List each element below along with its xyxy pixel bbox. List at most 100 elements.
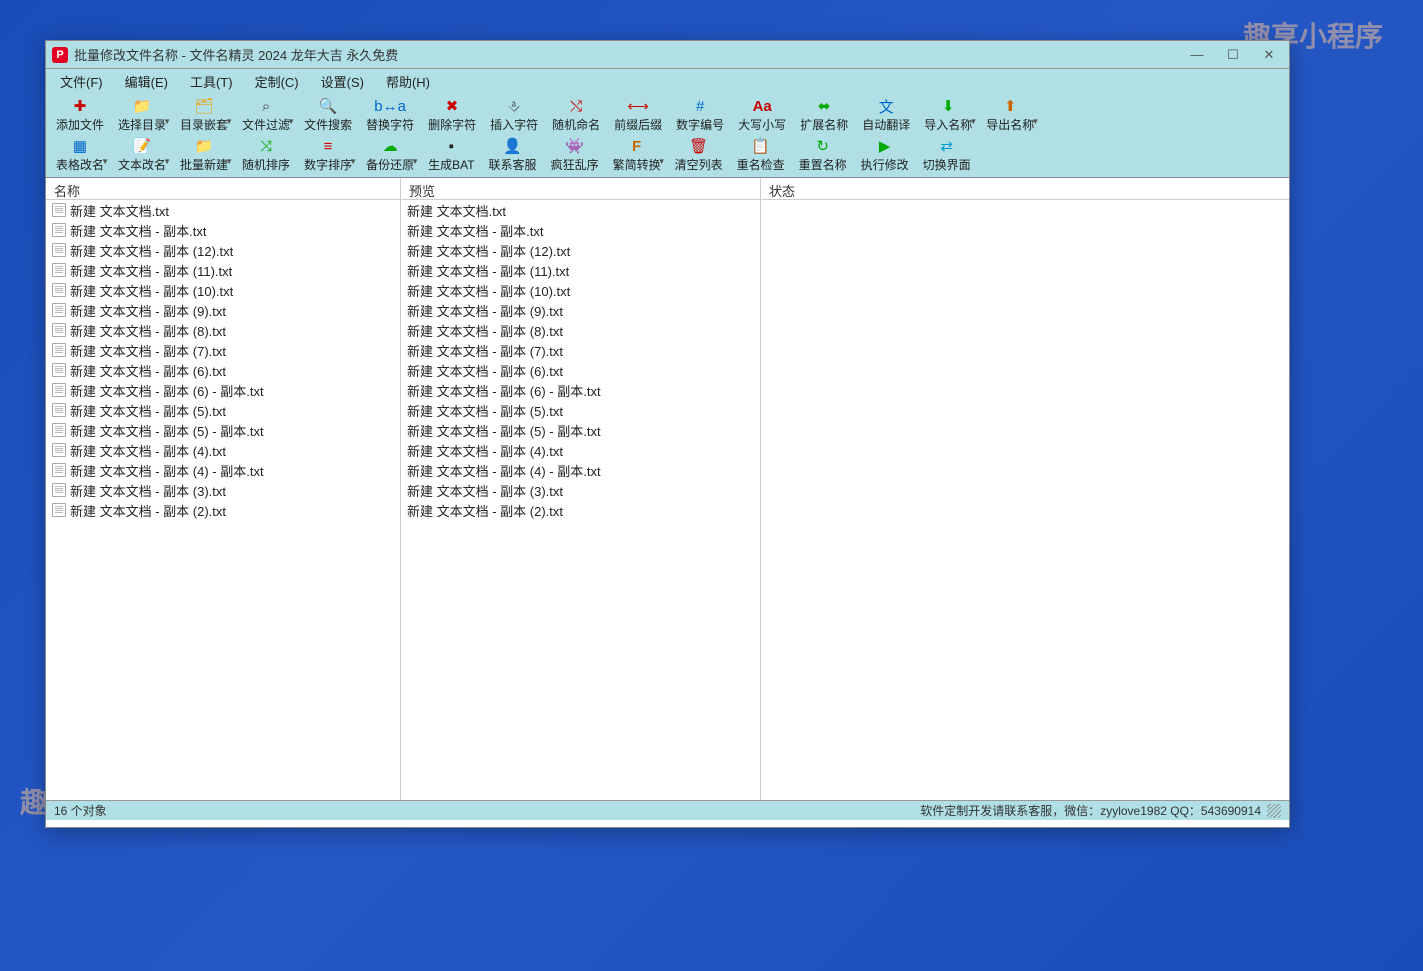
import-name-button[interactable]: ⬇导入名称▼ — [918, 95, 978, 135]
resize-grip[interactable] — [1267, 804, 1281, 818]
text-rename-button[interactable]: 📝文本改名▼ — [112, 135, 172, 175]
menu-tool[interactable]: 工具(T) — [180, 70, 243, 93]
reset-name-button[interactable]: ↻重置名称 — [793, 135, 853, 175]
prefix-suffix-button[interactable]: ⟷前缀后缀 — [608, 95, 668, 135]
file-row[interactable]: 新建 文本文档 - 副本 (3).txt — [46, 480, 400, 500]
file-row[interactable]: 新建 文本文档 - 副本 (5) - 副本.txt — [401, 420, 760, 440]
close-button[interactable]: ✕ — [1255, 45, 1283, 65]
random-sort-button[interactable]: ⤨随机排序 — [236, 135, 296, 175]
clear-list-button[interactable]: 🗑清空列表 — [669, 135, 729, 175]
number-seq-button[interactable]: #数字编号 — [670, 95, 730, 135]
chevron-down-icon: ▼ — [658, 157, 666, 166]
file-name: 新建 文本文档 - 副本 (5).txt — [70, 401, 226, 420]
import-icon: ⬇ — [939, 97, 957, 115]
auto-translate-button[interactable]: 文自动翻译 — [856, 95, 916, 135]
insert-char-button[interactable]: ⎀插入字符 — [484, 95, 544, 135]
backup-restore-button[interactable]: ☁备份还原▼ — [360, 135, 420, 175]
preview-column: 预览 新建 文本文档.txt新建 文本文档 - 副本.txt新建 文本文档 - … — [401, 178, 761, 800]
file-preview: 新建 文本文档 - 副本 (5) - 副本.txt — [407, 421, 601, 440]
execute-button[interactable]: ▶执行修改 — [855, 135, 915, 175]
file-row[interactable]: 新建 文本文档 - 副本 (6).txt — [46, 360, 400, 380]
add-file-button[interactable]: ✚添加文件 — [50, 95, 110, 135]
file-row[interactable]: 新建 文本文档 - 副本 (2).txt — [46, 500, 400, 520]
export-icon: ⬆ — [1001, 97, 1019, 115]
file-row[interactable]: 新建 文本文档 - 副本 (3).txt — [401, 480, 760, 500]
menu-edit[interactable]: 编辑(E) — [115, 70, 178, 93]
file-preview: 新建 文本文档 - 副本 (7).txt — [407, 341, 563, 360]
preview-header[interactable]: 预览 — [401, 178, 760, 200]
file-row[interactable]: 新建 文本文档 - 副本 (6) - 副本.txt — [46, 380, 400, 400]
minimize-button[interactable]: — — [1183, 45, 1211, 65]
file-row[interactable]: 新建 文本文档 - 副本 (10).txt — [46, 280, 400, 300]
menu-help[interactable]: 帮助(H) — [376, 70, 440, 93]
file-row[interactable]: 新建 文本文档 - 副本.txt — [46, 220, 400, 240]
menu-settings[interactable]: 设置(S) — [311, 70, 374, 93]
trad-simp-button[interactable]: F繁简转换▼ — [607, 135, 667, 175]
file-row[interactable]: 新建 文本文档.txt — [401, 200, 760, 220]
name-header[interactable]: 名称 — [46, 178, 400, 200]
file-name: 新建 文本文档.txt — [70, 201, 169, 220]
file-filter-button[interactable]: ⌕文件过滤▼ — [236, 95, 296, 135]
file-row[interactable]: 新建 文本文档 - 副本 (4).txt — [46, 440, 400, 460]
switch-ui-button[interactable]: ⇄切换界面 — [917, 135, 977, 175]
file-row[interactable]: 新建 文本文档 - 副本 (4) - 副本.txt — [401, 460, 760, 480]
file-icon — [52, 443, 66, 457]
dup-check-button[interactable]: 📋重名检查 — [731, 135, 791, 175]
file-row[interactable]: 新建 文本文档 - 副本 (7).txt — [46, 340, 400, 360]
file-row[interactable]: 新建 文本文档 - 副本 (6).txt — [401, 360, 760, 380]
file-row[interactable]: 新建 文本文档 - 副本 (5).txt — [401, 400, 760, 420]
number-sort-button[interactable]: ≡数字排序▼ — [298, 135, 358, 175]
file-search-button[interactable]: 🔍文件搜索 — [298, 95, 358, 135]
select-dir-button[interactable]: 📁选择目录▼ — [112, 95, 172, 135]
folder-plus-icon: 📁 — [195, 137, 213, 155]
file-name: 新建 文本文档 - 副本 (5) - 副本.txt — [70, 421, 264, 440]
table-rename-button[interactable]: ▦表格改名▼ — [50, 135, 110, 175]
file-preview: 新建 文本文档 - 副本 (4) - 副本.txt — [407, 461, 601, 480]
titlebar[interactable]: P 批量修改文件名称 - 文件名精灵 2024 龙年大吉 永久免费 — ☐ ✕ — [46, 41, 1289, 69]
switch-icon: ⇄ — [938, 137, 956, 155]
file-row[interactable]: 新建 文本文档 - 副本 (11).txt — [401, 260, 760, 280]
menu-file[interactable]: 文件(F) — [50, 70, 113, 93]
gen-bat-button[interactable]: ▪生成BAT — [422, 135, 480, 175]
reset-icon: ↻ — [814, 137, 832, 155]
file-row[interactable]: 新建 文本文档 - 副本 (2).txt — [401, 500, 760, 520]
menu-custom[interactable]: 定制(C) — [245, 70, 309, 93]
replace-char-button[interactable]: b↔a替换字符 — [360, 95, 420, 135]
file-row[interactable]: 新建 文本文档 - 副本 (6) - 副本.txt — [401, 380, 760, 400]
file-name: 新建 文本文档 - 副本 (6).txt — [70, 361, 226, 380]
file-row[interactable]: 新建 文本文档 - 副本 (8).txt — [46, 320, 400, 340]
contact-button[interactable]: 👤联系客服 — [483, 135, 543, 175]
ext-name-button[interactable]: ⬌扩展名称 — [794, 95, 854, 135]
case-button[interactable]: Aa大写小写 — [732, 95, 792, 135]
file-preview: 新建 文本文档 - 副本 (12).txt — [407, 241, 570, 260]
file-icon — [52, 423, 66, 437]
file-row[interactable]: 新建 文本文档 - 副本 (4).txt — [401, 440, 760, 460]
status-header[interactable]: 状态 — [761, 178, 1289, 200]
file-row[interactable]: 新建 文本文档 - 副本 (12).txt — [401, 240, 760, 260]
file-row[interactable]: 新建 文本文档 - 副本 (7).txt — [401, 340, 760, 360]
replace-icon: b↔a — [381, 97, 399, 115]
file-row[interactable]: 新建 文本文档 - 副本 (9).txt — [401, 300, 760, 320]
file-row[interactable]: 新建 文本文档.txt — [46, 200, 400, 220]
file-row[interactable]: 新建 文本文档 - 副本 (5) - 副本.txt — [46, 420, 400, 440]
delete-char-button[interactable]: ✖删除字符 — [422, 95, 482, 135]
file-row[interactable]: 新建 文本文档 - 副本 (12).txt — [46, 240, 400, 260]
chevron-down-icon: ▼ — [163, 157, 171, 166]
bracket-icon: ⟷ — [629, 97, 647, 115]
table-icon: ▦ — [71, 137, 89, 155]
export-name-button[interactable]: ⬆导出名称▼ — [980, 95, 1040, 135]
crazy-shuffle-button[interactable]: 👾疯狂乱序 — [545, 135, 605, 175]
file-icon — [52, 403, 66, 417]
file-row[interactable]: 新建 文本文档 - 副本 (5).txt — [46, 400, 400, 420]
file-row[interactable]: 新建 文本文档 - 副本.txt — [401, 220, 760, 240]
folder-tree-icon: 🗂 — [195, 97, 213, 115]
file-row[interactable]: 新建 文本文档 - 副本 (11).txt — [46, 260, 400, 280]
batch-new-button[interactable]: 📁批量新建▼ — [174, 135, 234, 175]
random-name-button[interactable]: ⤭随机命名 — [546, 95, 606, 135]
file-row[interactable]: 新建 文本文档 - 副本 (4) - 副本.txt — [46, 460, 400, 480]
file-row[interactable]: 新建 文本文档 - 副本 (10).txt — [401, 280, 760, 300]
file-row[interactable]: 新建 文本文档 - 副本 (8).txt — [401, 320, 760, 340]
file-row[interactable]: 新建 文本文档 - 副本 (9).txt — [46, 300, 400, 320]
dir-nest-button[interactable]: 🗂目录嵌套▼ — [174, 95, 234, 135]
maximize-button[interactable]: ☐ — [1219, 45, 1247, 65]
